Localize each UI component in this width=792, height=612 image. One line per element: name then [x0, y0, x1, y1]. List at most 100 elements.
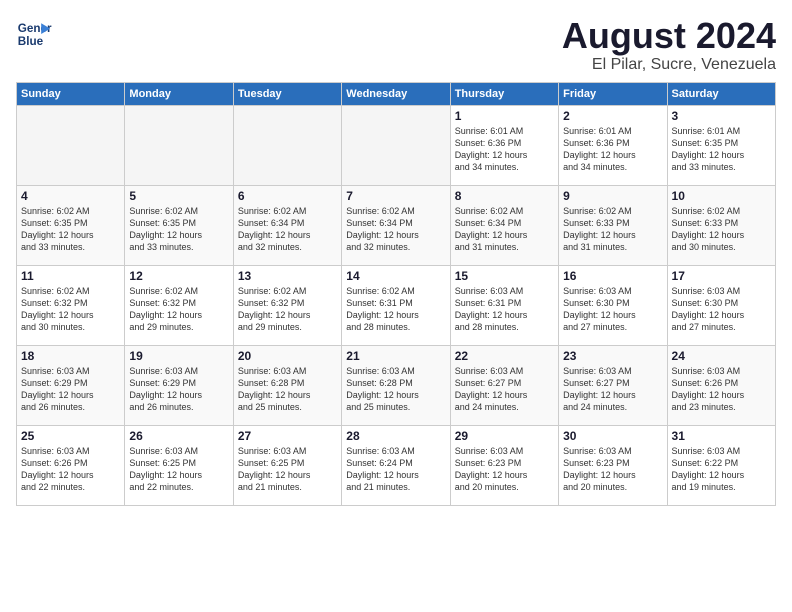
calendar-day-cell: 27 Sunrise: 6:03 AM Sunset: 6:25 PM Dayli…	[233, 425, 341, 505]
calendar-day-cell: 25 Sunrise: 6:03 AM Sunset: 6:26 PM Dayli…	[17, 425, 125, 505]
calendar-day-cell: 24 Sunrise: 6:03 AM Sunset: 6:26 PM Dayli…	[667, 345, 775, 425]
day-number: 7	[346, 189, 445, 203]
day-detail: Sunrise: 6:02 AM Sunset: 6:34 PM Dayligh…	[455, 205, 554, 254]
calendar-day-cell: 31 Sunrise: 6:03 AM Sunset: 6:22 PM Dayli…	[667, 425, 775, 505]
calendar-week-row: 4 Sunrise: 6:02 AM Sunset: 6:35 PM Daylig…	[17, 185, 776, 265]
day-detail: Sunrise: 6:02 AM Sunset: 6:33 PM Dayligh…	[563, 205, 662, 254]
calendar-day-cell	[125, 105, 233, 185]
calendar-day-cell: 6 Sunrise: 6:02 AM Sunset: 6:34 PM Daylig…	[233, 185, 341, 265]
calendar-day-cell: 18 Sunrise: 6:03 AM Sunset: 6:29 PM Dayli…	[17, 345, 125, 425]
calendar-day-cell: 5 Sunrise: 6:02 AM Sunset: 6:35 PM Daylig…	[125, 185, 233, 265]
day-of-week-header: Tuesday	[233, 82, 341, 105]
calendar-day-cell: 22 Sunrise: 6:03 AM Sunset: 6:27 PM Dayli…	[450, 345, 558, 425]
day-detail: Sunrise: 6:01 AM Sunset: 6:35 PM Dayligh…	[672, 125, 771, 174]
day-of-week-header: Thursday	[450, 82, 558, 105]
day-detail: Sunrise: 6:02 AM Sunset: 6:35 PM Dayligh…	[129, 205, 228, 254]
day-detail: Sunrise: 6:03 AM Sunset: 6:24 PM Dayligh…	[346, 445, 445, 494]
day-number: 31	[672, 429, 771, 443]
day-number: 9	[563, 189, 662, 203]
day-number: 2	[563, 109, 662, 123]
day-of-week-header: Friday	[559, 82, 667, 105]
calendar-title: August 2024	[562, 16, 776, 56]
day-detail: Sunrise: 6:03 AM Sunset: 6:27 PM Dayligh…	[455, 365, 554, 414]
day-detail: Sunrise: 6:02 AM Sunset: 6:31 PM Dayligh…	[346, 285, 445, 334]
calendar-day-cell: 15 Sunrise: 6:03 AM Sunset: 6:31 PM Dayli…	[450, 265, 558, 345]
header: General Blue August 2024 El Pilar, Sucre…	[16, 16, 776, 74]
calendar-week-row: 18 Sunrise: 6:03 AM Sunset: 6:29 PM Dayli…	[17, 345, 776, 425]
day-number: 30	[563, 429, 662, 443]
day-number: 13	[238, 269, 337, 283]
day-number: 26	[129, 429, 228, 443]
calendar-header-row: SundayMondayTuesdayWednesdayThursdayFrid…	[17, 82, 776, 105]
day-of-week-header: Saturday	[667, 82, 775, 105]
day-number: 25	[21, 429, 120, 443]
calendar-day-cell: 1 Sunrise: 6:01 AM Sunset: 6:36 PM Daylig…	[450, 105, 558, 185]
day-number: 4	[21, 189, 120, 203]
day-number: 12	[129, 269, 228, 283]
day-number: 17	[672, 269, 771, 283]
calendar-week-row: 25 Sunrise: 6:03 AM Sunset: 6:26 PM Dayli…	[17, 425, 776, 505]
day-detail: Sunrise: 6:03 AM Sunset: 6:26 PM Dayligh…	[21, 445, 120, 494]
calendar-day-cell: 30 Sunrise: 6:03 AM Sunset: 6:23 PM Dayli…	[559, 425, 667, 505]
day-detail: Sunrise: 6:02 AM Sunset: 6:32 PM Dayligh…	[129, 285, 228, 334]
calendar-day-cell: 23 Sunrise: 6:03 AM Sunset: 6:27 PM Dayli…	[559, 345, 667, 425]
calendar-day-cell: 26Sunrise: 6:03 AM Sunset: 6:25 PM Dayli…	[125, 425, 233, 505]
calendar-body: 1 Sunrise: 6:01 AM Sunset: 6:36 PM Daylig…	[17, 105, 776, 505]
day-detail: Sunrise: 6:02 AM Sunset: 6:34 PM Dayligh…	[238, 205, 337, 254]
logo-icon: General Blue	[16, 16, 52, 52]
day-number: 18	[21, 349, 120, 363]
day-of-week-header: Monday	[125, 82, 233, 105]
calendar-day-cell: 8Sunrise: 6:02 AM Sunset: 6:34 PM Daylig…	[450, 185, 558, 265]
calendar-day-cell: 21 Sunrise: 6:03 AM Sunset: 6:28 PM Dayli…	[342, 345, 450, 425]
calendar-day-cell: 28 Sunrise: 6:03 AM Sunset: 6:24 PM Dayli…	[342, 425, 450, 505]
day-number: 27	[238, 429, 337, 443]
calendar-week-row: 1 Sunrise: 6:01 AM Sunset: 6:36 PM Daylig…	[17, 105, 776, 185]
day-detail: Sunrise: 6:02 AM Sunset: 6:32 PM Dayligh…	[21, 285, 120, 334]
day-number: 14	[346, 269, 445, 283]
calendar-day-cell: 12 Sunrise: 6:02 AM Sunset: 6:32 PM Dayli…	[125, 265, 233, 345]
day-number: 23	[563, 349, 662, 363]
calendar-day-cell: 9 Sunrise: 6:02 AM Sunset: 6:33 PM Daylig…	[559, 185, 667, 265]
day-number: 10	[672, 189, 771, 203]
day-detail: Sunrise: 6:03 AM Sunset: 6:22 PM Dayligh…	[672, 445, 771, 494]
day-number: 15	[455, 269, 554, 283]
day-detail: Sunrise: 6:03 AM Sunset: 6:23 PM Dayligh…	[563, 445, 662, 494]
day-detail: Sunrise: 6:01 AM Sunset: 6:36 PM Dayligh…	[455, 125, 554, 174]
day-detail: Sunrise: 6:03 AM Sunset: 6:28 PM Dayligh…	[346, 365, 445, 414]
day-detail: Sunrise: 6:01 AM Sunset: 6:36 PM Dayligh…	[563, 125, 662, 174]
day-detail: Sunrise: 6:03 AM Sunset: 6:30 PM Dayligh…	[563, 285, 662, 334]
day-number: 5	[129, 189, 228, 203]
day-of-week-header: Wednesday	[342, 82, 450, 105]
calendar-day-cell	[233, 105, 341, 185]
day-detail: Sunrise: 6:03 AM Sunset: 6:26 PM Dayligh…	[672, 365, 771, 414]
day-detail: Sunrise: 6:02 AM Sunset: 6:32 PM Dayligh…	[238, 285, 337, 334]
calendar-day-cell: 13 Sunrise: 6:02 AM Sunset: 6:32 PM Dayli…	[233, 265, 341, 345]
day-detail: Sunrise: 6:02 AM Sunset: 6:33 PM Dayligh…	[672, 205, 771, 254]
calendar-day-cell: 10 Sunrise: 6:02 AM Sunset: 6:33 PM Dayli…	[667, 185, 775, 265]
day-number: 16	[563, 269, 662, 283]
calendar-day-cell	[342, 105, 450, 185]
day-number: 21	[346, 349, 445, 363]
calendar-day-cell: 16 Sunrise: 6:03 AM Sunset: 6:30 PM Dayli…	[559, 265, 667, 345]
day-number: 19	[129, 349, 228, 363]
day-number: 1	[455, 109, 554, 123]
calendar-day-cell: 2 Sunrise: 6:01 AM Sunset: 6:36 PM Daylig…	[559, 105, 667, 185]
day-detail: Sunrise: 6:03 AM Sunset: 6:29 PM Dayligh…	[129, 365, 228, 414]
day-detail: Sunrise: 6:03 AM Sunset: 6:28 PM Dayligh…	[238, 365, 337, 414]
day-number: 6	[238, 189, 337, 203]
calendar-day-cell: 29 Sunrise: 6:03 AM Sunset: 6:23 PM Dayli…	[450, 425, 558, 505]
day-detail: Sunrise: 6:03 AM Sunset: 6:29 PM Dayligh…	[21, 365, 120, 414]
day-of-week-header: Sunday	[17, 82, 125, 105]
day-number: 20	[238, 349, 337, 363]
day-detail: Sunrise: 6:03 AM Sunset: 6:27 PM Dayligh…	[563, 365, 662, 414]
day-detail: Sunrise: 6:03 AM Sunset: 6:23 PM Dayligh…	[455, 445, 554, 494]
day-number: 24	[672, 349, 771, 363]
calendar-subtitle: El Pilar, Sucre, Venezuela	[562, 56, 776, 74]
day-detail: Sunrise: 6:03 AM Sunset: 6:25 PM Dayligh…	[238, 445, 337, 494]
day-detail: Sunrise: 6:02 AM Sunset: 6:35 PM Dayligh…	[21, 205, 120, 254]
day-number: 22	[455, 349, 554, 363]
day-number: 29	[455, 429, 554, 443]
day-detail: Sunrise: 6:03 AM Sunset: 6:31 PM Dayligh…	[455, 285, 554, 334]
day-number: 28	[346, 429, 445, 443]
calendar-day-cell: 4 Sunrise: 6:02 AM Sunset: 6:35 PM Daylig…	[17, 185, 125, 265]
